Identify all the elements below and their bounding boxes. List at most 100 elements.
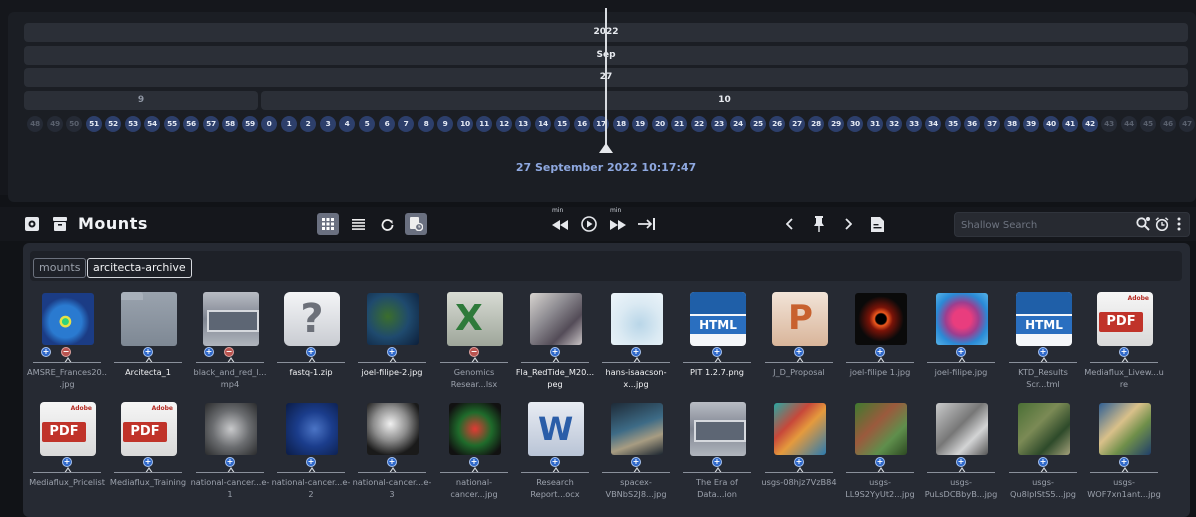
add-version-icon[interactable]: +: [204, 347, 214, 357]
settings-icon[interactable]: [23, 215, 41, 233]
timeline-minute-tick[interactable]: 50: [66, 116, 82, 132]
timeline-minute-tick[interactable]: 46: [1160, 116, 1176, 132]
timeline-minute-tick[interactable]: 32: [886, 116, 902, 132]
timeline-minute-tick[interactable]: 6: [379, 116, 395, 132]
details-button[interactable]: [866, 213, 888, 235]
timeline-minute-tick[interactable]: 39: [1023, 116, 1039, 132]
add-version-icon[interactable]: +: [387, 347, 397, 357]
add-version-icon[interactable]: +: [875, 457, 885, 467]
file-tile[interactable]: PDF+ Mediaflux_Livew...ure: [1084, 291, 1164, 401]
timeline-minute-tick[interactable]: 38: [1004, 116, 1020, 132]
remove-version-icon[interactable]: −: [469, 347, 479, 357]
timeline-minute-tick[interactable]: 30: [847, 116, 863, 132]
timeline-minute-tick[interactable]: 12: [496, 116, 512, 132]
timeline-minute-tick[interactable]: 21: [671, 116, 687, 132]
file-tile[interactable]: − Genomics Resear...lsx: [434, 291, 514, 401]
grid-view-button[interactable]: [317, 213, 339, 235]
timeline-minute-tick[interactable]: 58: [222, 116, 238, 132]
timeline-minute-tick[interactable]: 1: [281, 116, 297, 132]
file-tile[interactable]: + Research Report...ocx: [515, 401, 595, 511]
file-tile[interactable]: + J_D_Proposal: [759, 291, 839, 401]
timeline-minute-tick[interactable]: 43: [1101, 116, 1117, 132]
previous-button[interactable]: [779, 213, 801, 235]
add-version-icon[interactable]: +: [712, 347, 722, 357]
next-button[interactable]: [837, 213, 859, 235]
file-tile[interactable]: + national-cancer...e-1: [190, 401, 270, 511]
timeline-minute-tick[interactable]: 8: [418, 116, 434, 132]
timeline-minute-tick[interactable]: 57: [203, 116, 219, 132]
add-version-icon[interactable]: +: [631, 347, 641, 357]
timeline-minute-tick[interactable]: 7: [398, 116, 414, 132]
timeline-minute-tick[interactable]: 15: [554, 116, 570, 132]
timeline-minute-tick[interactable]: 47: [1179, 116, 1195, 132]
timeline-minute-tick[interactable]: 34: [925, 116, 941, 132]
file-tile[interactable]: + national-cancer...e-2: [271, 401, 351, 511]
timeline-minute-tick[interactable]: 11: [476, 116, 492, 132]
file-tile[interactable]: PDF+ Mediaflux_Training: [108, 401, 188, 511]
search-icon[interactable]: [1136, 217, 1150, 234]
file-tile[interactable]: + − black_and_red_l...mp4: [190, 291, 270, 401]
timeline-minute-tick[interactable]: 37: [984, 116, 1000, 132]
file-tile[interactable]: + usgs-Qu8lpIStS5...jpg: [1003, 401, 1083, 511]
timeline-minute-tick[interactable]: 42: [1082, 116, 1098, 132]
file-tile[interactable]: + hans-isaacson-x...jpg: [596, 291, 676, 401]
add-version-icon[interactable]: +: [631, 457, 641, 467]
add-version-icon[interactable]: +: [62, 457, 72, 467]
refresh-button[interactable]: [376, 213, 398, 235]
timeline-minute-tick[interactable]: 31: [867, 116, 883, 132]
timeline-minute-tick[interactable]: 55: [164, 116, 180, 132]
file-tile[interactable]: + joel-filipe.jpg: [921, 291, 1001, 401]
timeline-minute-tick[interactable]: 18: [613, 116, 629, 132]
file-tile[interactable]: + The Era of Data...ion: [677, 401, 757, 511]
timeline-minute-tick[interactable]: 49: [47, 116, 63, 132]
timeline-minute-tick[interactable]: 0: [261, 116, 277, 132]
file-tile[interactable]: + joel-filipe 1.jpg: [840, 291, 920, 401]
history-button[interactable]: [405, 213, 427, 235]
add-version-icon[interactable]: +: [469, 457, 479, 467]
timeline-minute-tick[interactable]: 45: [1140, 116, 1156, 132]
file-tile[interactable]: + − AMSRE_Frances20...jpg: [27, 291, 107, 401]
timeline-minute-tick[interactable]: 13: [515, 116, 531, 132]
timeline-hour-current[interactable]: 10: [261, 91, 1188, 110]
add-version-icon[interactable]: +: [306, 347, 316, 357]
timeline-minute-tick[interactable]: 10: [457, 116, 473, 132]
remove-version-icon[interactable]: −: [224, 347, 234, 357]
pin-button[interactable]: [808, 213, 830, 235]
add-version-icon[interactable]: +: [1119, 347, 1129, 357]
file-tile[interactable]: + usgs-LL9S2YyUt2...jpg: [840, 401, 920, 511]
time-filter-icon[interactable]: [1155, 217, 1169, 234]
file-tile[interactable]: + usgs-WOF7xn1ant...jpg: [1084, 401, 1164, 511]
file-tile[interactable]: HTML + KTD_Results Scr...tml: [1003, 291, 1083, 401]
timeline-minute-tick[interactable]: 23: [711, 116, 727, 132]
timeline-minute-tick[interactable]: 5: [359, 116, 375, 132]
timeline-minute-tick[interactable]: 28: [808, 116, 824, 132]
archive-icon[interactable]: [51, 215, 69, 233]
timeline-minute-tick[interactable]: 40: [1043, 116, 1059, 132]
play-button[interactable]: [578, 213, 600, 235]
add-version-icon[interactable]: +: [41, 347, 51, 357]
timeline-minute-tick[interactable]: 27: [789, 116, 805, 132]
timeline-minute-tick[interactable]: 20: [652, 116, 668, 132]
timeline-minute-tick[interactable]: 52: [105, 116, 121, 132]
add-version-icon[interactable]: +: [794, 457, 804, 467]
timeline-minute-tick[interactable]: 16: [574, 116, 590, 132]
timeline-minute-tick[interactable]: 29: [828, 116, 844, 132]
timeline-cursor[interactable]: [605, 8, 607, 148]
timeline-minute-tick[interactable]: 24: [730, 116, 746, 132]
timeline-hour-prev[interactable]: 9: [24, 91, 258, 110]
timeline-minute-tick[interactable]: 33: [906, 116, 922, 132]
timeline-minute-tick[interactable]: 54: [144, 116, 160, 132]
timeline-minute-tick[interactable]: 9: [437, 116, 453, 132]
add-version-icon[interactable]: +: [1038, 347, 1048, 357]
add-version-icon[interactable]: +: [712, 457, 722, 467]
file-tile[interactable]: + joel-filipe-2.jpg: [352, 291, 432, 401]
jump-to-now-button[interactable]: [636, 213, 658, 235]
forward-minute-button[interactable]: min: [607, 207, 629, 235]
more-options-icon[interactable]: [1177, 217, 1181, 234]
file-tile[interactable]: + usgs-08hjz7VzB84: [759, 401, 839, 511]
file-tile[interactable]: + spacex-VBNbS2J8...jpg: [596, 401, 676, 511]
add-version-icon[interactable]: +: [875, 347, 885, 357]
file-tile[interactable]: PDF+ Mediaflux_Pricelist: [27, 401, 107, 511]
add-version-icon[interactable]: +: [956, 457, 966, 467]
timeline-cursor-handle[interactable]: [599, 143, 613, 153]
